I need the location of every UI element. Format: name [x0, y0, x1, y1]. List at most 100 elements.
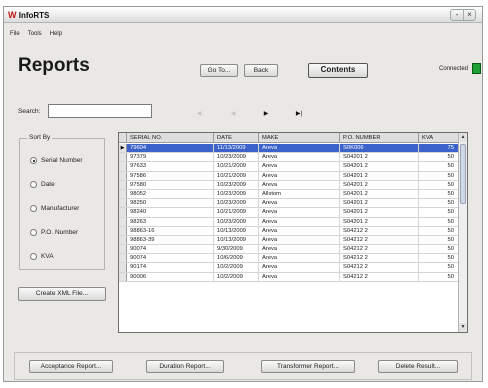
connection-status-icon: [472, 63, 481, 74]
sort-option-date[interactable]: Date: [30, 181, 55, 188]
sort-by-legend: Sort By: [27, 134, 53, 141]
row-selector[interactable]: [119, 226, 127, 235]
sort-option-manufacturer[interactable]: Manufacturer: [30, 205, 79, 212]
table-row[interactable]: 90006 10/2/2009 Areva S04212 2 50: [119, 272, 459, 282]
table-row[interactable]: 98863-16 10/13/2009 Areva S04212 2 50: [119, 226, 459, 236]
table-row[interactable]: ▶ 79604 11/13/2009 Areva S0K006 75: [119, 144, 459, 154]
table-row[interactable]: 97379 10/23/2009 Areva S04201 2 50: [119, 153, 459, 163]
row-selector[interactable]: [119, 153, 127, 162]
row-selector[interactable]: [119, 235, 127, 245]
scroll-down-icon[interactable]: ▼: [459, 323, 467, 332]
window-controls: - ×: [450, 9, 476, 21]
results-grid[interactable]: SERIAL NO. DATE MAKE P.O. NUMBER KVA ▶ 79…: [118, 132, 468, 333]
row-selector[interactable]: [119, 171, 127, 180]
row-selector[interactable]: [119, 208, 127, 217]
table-cell: S04201 2: [340, 189, 419, 199]
delete-result-button[interactable]: Delete Result...: [378, 360, 458, 373]
table-cell: 10/23/2009: [214, 217, 259, 226]
column-header-make[interactable]: MAKE: [259, 133, 340, 142]
table-row[interactable]: 98863-39 10/13/2009 Areva S04212 2 50: [119, 235, 459, 246]
row-selector[interactable]: [119, 272, 127, 281]
table-cell: Areva: [259, 254, 340, 263]
row-selector[interactable]: [119, 189, 127, 199]
table-cell: 50: [419, 199, 459, 208]
sort-option-kva[interactable]: KVA: [30, 253, 54, 260]
table-cell: Areva: [259, 245, 340, 254]
scroll-up-icon[interactable]: ▲: [459, 133, 467, 142]
table-cell: 50: [419, 162, 459, 171]
column-header-serial-no[interactable]: SERIAL NO.: [127, 133, 214, 142]
radio-icon[interactable]: [30, 181, 37, 188]
minimize-icon[interactable]: -: [451, 10, 463, 20]
table-row[interactable]: 98250 10/23/2009 Areva S04201 2 50: [119, 199, 459, 209]
search-input[interactable]: [48, 104, 152, 118]
table-row[interactable]: 90074 9/30/2009 Areva S04212 2 50: [119, 245, 459, 255]
sort-option-serial-number[interactable]: Serial Number: [30, 157, 83, 164]
table-cell: 10/13/2009: [214, 235, 259, 245]
row-selector[interactable]: [119, 263, 127, 272]
radio-icon[interactable]: [30, 253, 37, 260]
row-selector[interactable]: [119, 245, 127, 254]
table-row[interactable]: 90074 10/6/2009 Areva S04212 2 50: [119, 254, 459, 264]
sort-option-label: Serial Number: [41, 157, 83, 164]
table-cell: 9/30/2009: [214, 245, 259, 254]
go-to-button[interactable]: Go To...: [200, 64, 238, 77]
sort-option-label: Date: [41, 181, 55, 188]
menu-help[interactable]: Help: [50, 31, 62, 37]
table-row[interactable]: 97580 10/23/2009 Areva S04201 2 50: [119, 180, 459, 190]
table-cell: 10/6/2009: [214, 254, 259, 263]
table-cell: 98240: [127, 208, 214, 217]
table-cell: 90074: [127, 245, 214, 254]
transformer-report-button[interactable]: Transformer Report...: [261, 360, 355, 373]
radio-selected-icon[interactable]: [30, 157, 37, 164]
column-header-po-number[interactable]: P.O. NUMBER: [340, 133, 419, 142]
menu-tools[interactable]: Tools: [28, 31, 42, 37]
table-row[interactable]: 97633 10/21/2009 Areva S04201 2 50: [119, 162, 459, 172]
menu-file[interactable]: File: [10, 31, 20, 37]
radio-icon[interactable]: [30, 229, 37, 236]
scrollbar-thumb[interactable]: [460, 144, 466, 204]
next-record-icon[interactable]: ▶: [262, 110, 270, 118]
table-cell: 11/13/2009: [214, 144, 259, 153]
row-selector[interactable]: [119, 162, 127, 171]
table-cell: S04212 2: [340, 245, 419, 254]
row-selector[interactable]: [119, 217, 127, 226]
table-row[interactable]: 98263 10/23/2009 Areva S04201 2 50: [119, 217, 459, 227]
table-row[interactable]: 98240 10/21/2009 Areva S04201 2 50: [119, 208, 459, 218]
sort-option-po-number[interactable]: P.O. Number: [30, 229, 78, 236]
grid-body: ▶ 79604 11/13/2009 Areva S0K006 75 97379 10/23/…: [119, 144, 459, 282]
table-cell: 50: [419, 263, 459, 272]
back-button[interactable]: Back: [244, 64, 278, 77]
table-cell: Areva: [259, 162, 340, 171]
table-row[interactable]: 97586 10/21/2009 Areva S04201 2 50: [119, 171, 459, 181]
row-selector[interactable]: [119, 199, 127, 208]
table-cell: Areva: [259, 208, 340, 217]
column-header-date[interactable]: DATE: [214, 133, 259, 142]
first-record-icon[interactable]: ◀: [195, 110, 203, 118]
menu-bar: File Tools Help: [10, 31, 62, 37]
close-icon[interactable]: ×: [463, 10, 475, 20]
table-cell: S04201 2: [340, 208, 419, 217]
table-cell: 97580: [127, 180, 214, 189]
radio-icon[interactable]: [30, 205, 37, 212]
table-row[interactable]: 90174 10/2/2009 Areva S04212 2 50: [119, 263, 459, 273]
table-cell: S0K006: [340, 144, 419, 153]
table-cell: 50: [419, 180, 459, 189]
app-window: W InfoRTS - × File Tools Help Reports Go…: [3, 6, 483, 382]
last-record-icon[interactable]: ▶|: [294, 110, 304, 118]
table-cell: 90174: [127, 263, 214, 272]
current-row-indicator-icon[interactable]: ▶: [119, 144, 127, 153]
row-selector[interactable]: [119, 254, 127, 263]
column-header-kva[interactable]: KVA: [419, 133, 459, 142]
create-xml-file-button[interactable]: Create XML File...: [18, 287, 106, 301]
acceptance-report-button[interactable]: Acceptance Report...: [29, 360, 113, 373]
vertical-scrollbar[interactable]: ▲ ▼: [458, 133, 467, 332]
table-cell: 98863-16: [127, 226, 214, 235]
row-selector[interactable]: [119, 180, 127, 189]
duration-report-button[interactable]: Duration Report...: [146, 360, 224, 373]
contents-button[interactable]: Contents: [308, 63, 368, 78]
table-cell: Areva: [259, 153, 340, 162]
grid-header: SERIAL NO. DATE MAKE P.O. NUMBER KVA: [119, 133, 459, 143]
table-row[interactable]: 98052 10/23/2009 Allstom S04201 2 50: [119, 189, 459, 200]
previous-record-icon[interactable]: ◀: [229, 110, 237, 118]
